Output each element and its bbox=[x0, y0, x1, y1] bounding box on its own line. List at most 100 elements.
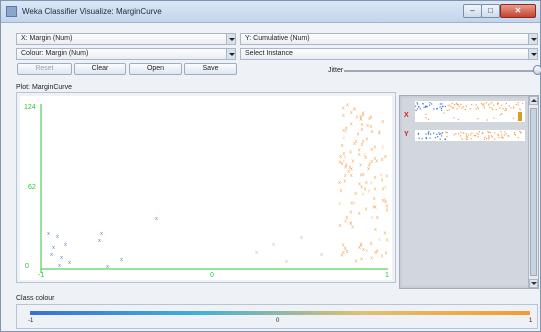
mini-plot-point bbox=[489, 106, 491, 108]
mini-plot-point bbox=[499, 107, 501, 109]
data-point: x bbox=[384, 184, 387, 190]
maximize-button[interactable]: □ bbox=[481, 4, 500, 18]
mini-plot-point bbox=[483, 105, 485, 107]
data-point: x bbox=[341, 143, 344, 149]
data-point: x bbox=[371, 215, 374, 221]
mini-plot-point bbox=[441, 105, 443, 108]
data-point: x bbox=[378, 131, 381, 137]
mini-plot-point bbox=[475, 104, 477, 106]
data-point: x bbox=[350, 173, 353, 179]
data-point: x bbox=[349, 149, 352, 155]
open-button[interactable]: Open bbox=[129, 63, 182, 75]
data-point: x bbox=[47, 231, 50, 237]
mini-plot-point bbox=[501, 134, 503, 136]
data-point: x bbox=[374, 186, 377, 192]
colour-select[interactable]: Colour: Margin (Num) bbox=[16, 48, 236, 60]
mini-plot-point bbox=[519, 131, 521, 133]
mini-plot-point bbox=[423, 106, 425, 108]
instance-select[interactable]: Select Instance bbox=[240, 48, 538, 60]
data-point: x bbox=[58, 263, 61, 269]
mini-plot-point bbox=[483, 107, 485, 109]
minimize-button[interactable]: – bbox=[463, 4, 482, 18]
mini-plot-point bbox=[470, 134, 472, 136]
mini-plot-point bbox=[436, 133, 438, 135]
mini-plot-point bbox=[417, 103, 419, 105]
data-point: x bbox=[366, 123, 369, 129]
mini-plot-point bbox=[513, 106, 515, 108]
mini-plot-point bbox=[456, 104, 459, 106]
attribute-panel: X Y bbox=[399, 95, 539, 289]
data-point: x bbox=[360, 142, 363, 148]
close-button[interactable]: ✕ bbox=[500, 4, 536, 18]
reset-button[interactable]: Reset bbox=[17, 63, 72, 75]
mini-plot-point bbox=[497, 134, 499, 137]
mini-plot-point bbox=[438, 132, 440, 134]
attribute-bar[interactable] bbox=[415, 111, 525, 122]
gradient-tick-label: -1 bbox=[28, 318, 34, 324]
data-point: x bbox=[373, 196, 376, 202]
attribute-bar[interactable] bbox=[415, 130, 525, 141]
mini-plot-point bbox=[429, 137, 431, 139]
data-point: x bbox=[370, 241, 373, 247]
mini-plot-point bbox=[504, 131, 506, 133]
data-point: x bbox=[370, 159, 373, 165]
mini-plot-point bbox=[503, 134, 506, 136]
mini-plot-point bbox=[446, 136, 448, 138]
save-button[interactable]: Save bbox=[184, 63, 237, 75]
mini-plot-point bbox=[501, 104, 503, 106]
mini-plot-point bbox=[486, 138, 488, 140]
scroll-thumb[interactable] bbox=[530, 108, 537, 276]
visualize-window: Weka Classifier Visualize: MarginCurve –… bbox=[0, 0, 541, 332]
data-points: xxxxxxxxxxxxxxxxxxxxxxxxxxxxxxxxxxxxxxxx… bbox=[47, 102, 389, 270]
mini-plot-point bbox=[444, 105, 446, 108]
mini-plot-point bbox=[416, 108, 418, 110]
mini-plot-point bbox=[491, 102, 493, 104]
data-point: x bbox=[365, 180, 368, 186]
data-point: x bbox=[349, 210, 352, 216]
jitter-slider-handle[interactable] bbox=[533, 65, 541, 75]
mini-plot-point bbox=[416, 102, 418, 104]
y-axis-select[interactable]: Y: Cumulative (Num) bbox=[240, 33, 538, 45]
mini-plot-point bbox=[444, 138, 446, 141]
mini-plot-point bbox=[499, 114, 502, 116]
mini-plot-point bbox=[462, 132, 464, 134]
mini-plot-point bbox=[497, 133, 499, 135]
scatter-plot[interactable]: xxxxxxxxxxxxxxxxxxxxxxxxxxxxxxxxxxxxxxxx… bbox=[20, 96, 392, 280]
mini-plot-point bbox=[418, 106, 420, 108]
data-point: x bbox=[64, 242, 67, 248]
plot-area[interactable]: xxxxxxxxxxxxxxxxxxxxxxxxxxxxxxxxxxxxxxxx… bbox=[20, 96, 392, 280]
mini-plot-point bbox=[491, 135, 493, 137]
vertical-scrollbar[interactable] bbox=[528, 96, 538, 288]
mini-plot-point bbox=[485, 102, 487, 104]
y-axis-value: Y: Cumulative (Num) bbox=[245, 35, 310, 42]
jitter-slider-track[interactable] bbox=[344, 70, 536, 72]
mini-plot-point bbox=[512, 107, 514, 109]
clear-button[interactable]: Clear bbox=[74, 63, 126, 75]
attribute-list[interactable]: X Y bbox=[402, 98, 528, 286]
data-point: x bbox=[155, 216, 158, 222]
mini-plot-point bbox=[515, 103, 517, 105]
data-point: x bbox=[365, 248, 368, 254]
x-axis-select[interactable]: X: Margin (Num) bbox=[16, 33, 236, 45]
scroll-up-arrow-icon[interactable] bbox=[529, 96, 538, 105]
data-point: x bbox=[358, 152, 361, 158]
window-title: Weka Classifier Visualize: MarginCurve bbox=[22, 7, 162, 16]
mini-plot-point bbox=[425, 138, 428, 140]
attribute-mini-plot bbox=[417, 131, 522, 141]
data-point: x bbox=[255, 250, 258, 256]
mini-plot-point bbox=[508, 105, 510, 107]
mini-plot-point bbox=[471, 132, 473, 134]
mini-plot-point bbox=[498, 136, 500, 139]
data-point: x bbox=[374, 227, 377, 233]
mini-plot-point bbox=[477, 136, 479, 138]
scroll-down-arrow-icon[interactable] bbox=[529, 279, 538, 288]
y-tick-label: 62 bbox=[28, 184, 36, 191]
mini-plot-point bbox=[460, 131, 462, 134]
mini-plot-point bbox=[453, 117, 455, 119]
mini-plot-point bbox=[427, 133, 430, 135]
mini-plot-point bbox=[476, 132, 478, 134]
data-point: x bbox=[378, 237, 381, 243]
instance-value: Select Instance bbox=[245, 50, 293, 57]
mini-plot-point bbox=[476, 106, 479, 108]
colour-value: Colour: Margin (Num) bbox=[21, 50, 89, 57]
